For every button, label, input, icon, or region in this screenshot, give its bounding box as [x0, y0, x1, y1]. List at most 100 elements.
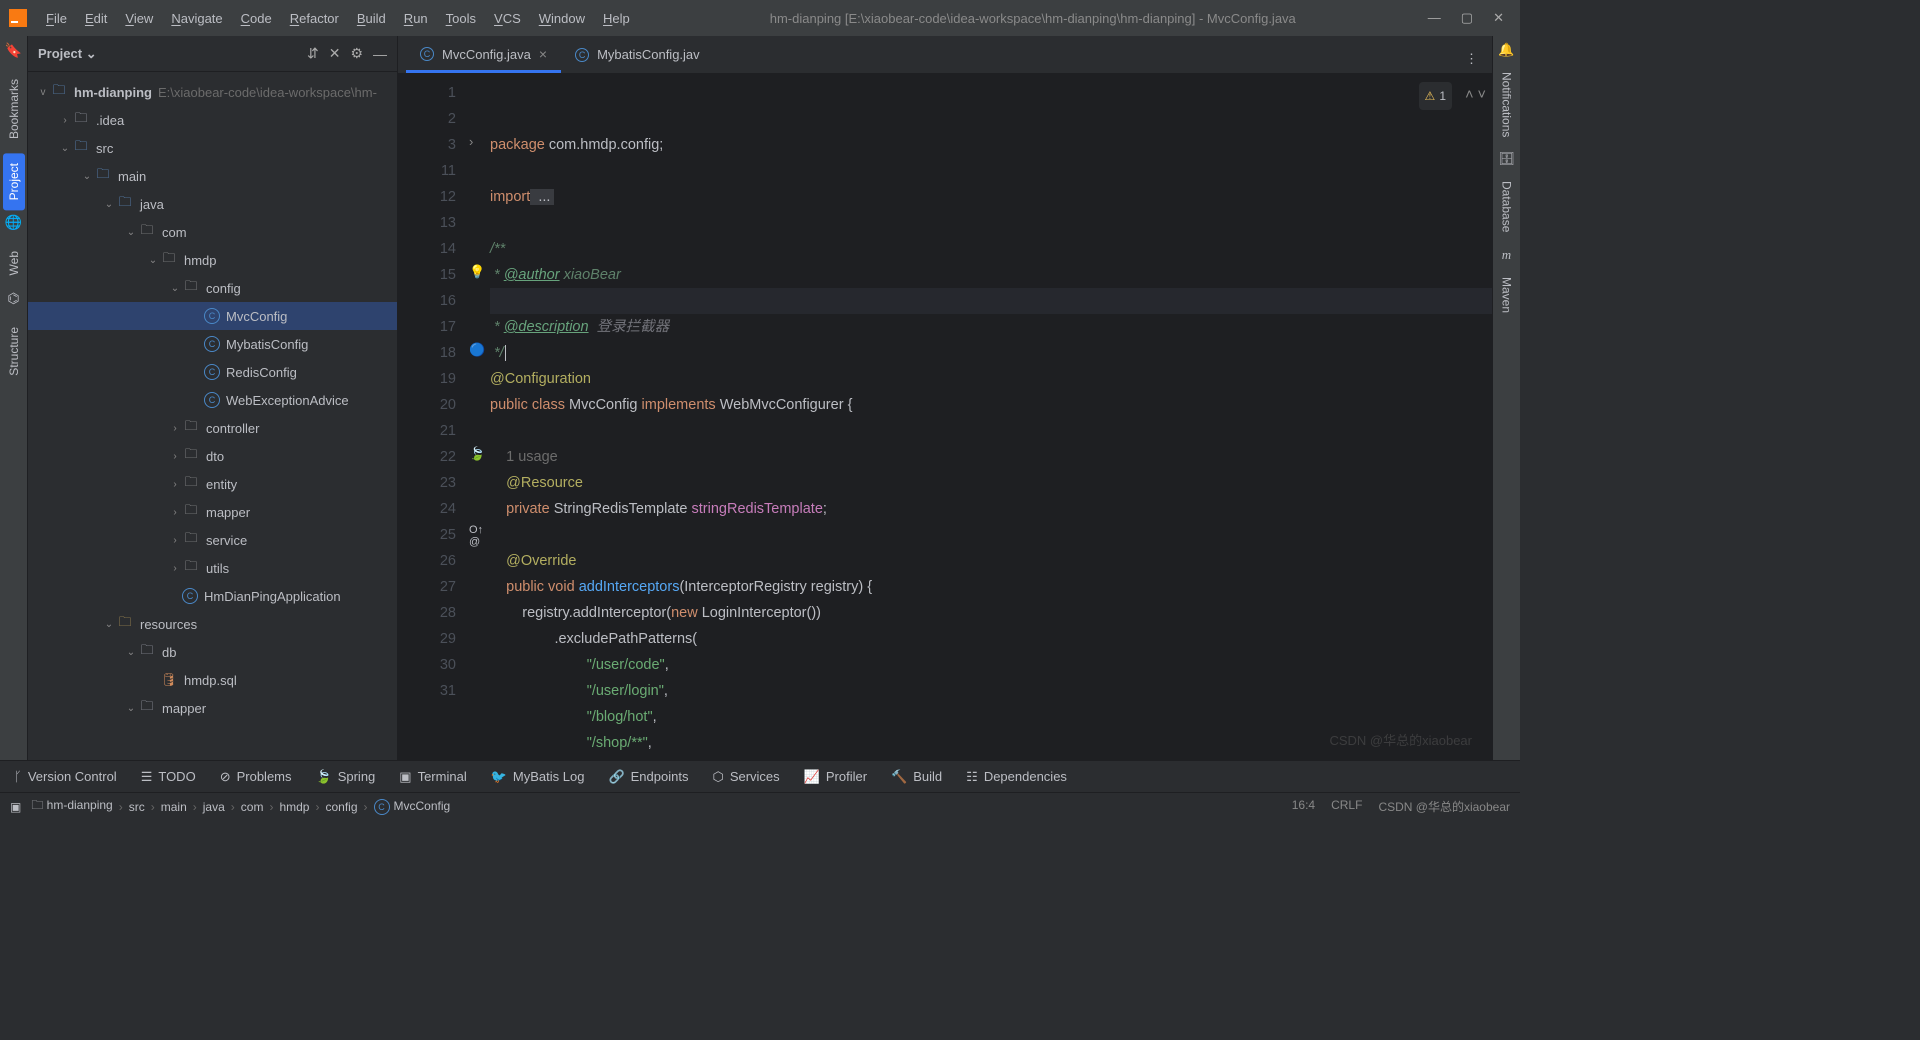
- crumb-com[interactable]: com: [241, 800, 264, 814]
- tab-MybatisConfig.jav[interactable]: MybatisConfig.jav: [561, 39, 714, 73]
- maven-icon[interactable]: m: [1497, 247, 1517, 263]
- menu-view[interactable]: View: [117, 7, 161, 30]
- chevron-down-icon: ˅: [1478, 82, 1486, 108]
- structure-tab[interactable]: Structure: [3, 317, 25, 386]
- tree-item-redisconfig[interactable]: RedisConfig: [28, 358, 397, 386]
- tab-MvcConfig.java[interactable]: MvcConfig.java×: [406, 38, 561, 73]
- tree-item-hmdp.sql[interactable]: 🛢hmdp.sql: [28, 666, 397, 694]
- editor: MvcConfig.java×MybatisConfig.jav ⋮ 12311…: [398, 36, 1492, 760]
- notifications-tab[interactable]: Notifications: [1496, 62, 1518, 147]
- toolwin-build[interactable]: 🔨Build: [891, 769, 942, 785]
- inspection-nav[interactable]: ˄˅: [1465, 82, 1486, 108]
- bookmarks-icon[interactable]: 🔖: [5, 42, 22, 59]
- tree-item-utils[interactable]: ›utils: [28, 554, 397, 582]
- toolwin-todo[interactable]: ☰TODO: [141, 769, 196, 785]
- warning-badge[interactable]: ⚠1: [1419, 82, 1452, 110]
- main-area: 🔖 Bookmarks Project 🌐 Web ⌬ Structure Pr…: [0, 36, 1520, 760]
- collapse-icon[interactable]: —: [373, 46, 387, 62]
- toolwin-dependencies[interactable]: ☷Dependencies: [966, 769, 1067, 785]
- override-icon[interactable]: O↑ @: [469, 524, 490, 548]
- tree-item-resources[interactable]: ⌄resources: [28, 610, 397, 638]
- project-panel: Project ⌄ ⇵ ✕ ⚙ — vhm-dianpingE:\xiaobea…: [28, 36, 398, 760]
- fold-icon[interactable]: ›: [469, 134, 473, 149]
- crumb-main[interactable]: main: [161, 800, 187, 814]
- main-menu: FileEditViewNavigateCodeRefactorBuildRun…: [38, 7, 638, 30]
- tabs-more-icon[interactable]: ⋮: [1459, 45, 1484, 73]
- tree-item-mybatisconfig[interactable]: MybatisConfig: [28, 330, 397, 358]
- toolwin-spring[interactable]: 🍃Spring: [316, 769, 376, 785]
- tree-item-main[interactable]: ⌄main: [28, 162, 397, 190]
- tree-item-mapper[interactable]: ›mapper: [28, 498, 397, 526]
- menu-run[interactable]: Run: [396, 7, 436, 30]
- structure-icon[interactable]: ⌬: [7, 290, 19, 307]
- tree-item-java[interactable]: ⌄java: [28, 190, 397, 218]
- expand-icon[interactable]: ⇵: [307, 45, 319, 62]
- menu-edit[interactable]: Edit: [77, 7, 115, 30]
- crumb-MvcConfig[interactable]: MvcConfig: [374, 799, 451, 815]
- toolwin-services[interactable]: ⬡Services: [712, 769, 779, 785]
- gear-icon[interactable]: ⚙: [350, 45, 363, 62]
- tree-item-mapper[interactable]: ⌄mapper: [28, 694, 397, 722]
- tree-item-dto[interactable]: ›dto: [28, 442, 397, 470]
- class-icon: [575, 48, 589, 62]
- bookmarks-tab[interactable]: Bookmarks: [3, 69, 25, 149]
- menu-refactor[interactable]: Refactor: [282, 7, 347, 30]
- tree-item-com[interactable]: ⌄com: [28, 218, 397, 246]
- bulb-icon[interactable]: 💡: [469, 264, 485, 280]
- tree-item-entity[interactable]: ›entity: [28, 470, 397, 498]
- crumb-src[interactable]: src: [129, 800, 145, 814]
- code-area[interactable]: 1231112131415161718192021222324252627282…: [398, 74, 1492, 760]
- hide-icon[interactable]: ✕: [329, 45, 341, 62]
- crumb-java[interactable]: java: [203, 800, 225, 814]
- crumb-config[interactable]: config: [325, 800, 357, 814]
- close-icon[interactable]: ×: [539, 46, 547, 62]
- maven-tab[interactable]: Maven: [1496, 267, 1518, 323]
- project-header: Project ⌄ ⇵ ✕ ⚙ —: [28, 36, 397, 72]
- menu-tools[interactable]: Tools: [438, 7, 484, 30]
- project-tab[interactable]: Project: [3, 153, 25, 210]
- tree-item-mvcconfig[interactable]: MvcConfig: [28, 302, 397, 330]
- impl-icon[interactable]: 🔵: [469, 342, 485, 358]
- crumb-hmdp[interactable]: hmdp: [279, 800, 309, 814]
- close-button[interactable]: ✕: [1493, 10, 1504, 26]
- toolwin-terminal[interactable]: ▣Terminal: [399, 769, 466, 785]
- toolwin-profiler[interactable]: 📈Profiler: [804, 769, 867, 785]
- menu-navigate[interactable]: Navigate: [163, 7, 230, 30]
- tree-item-config[interactable]: ⌄config: [28, 274, 397, 302]
- tree-item-db[interactable]: ⌄db: [28, 638, 397, 666]
- code-lines[interactable]: package com.hmdp.config; import ... /** …: [490, 74, 1492, 760]
- tree-item-src[interactable]: ⌄src: [28, 134, 397, 162]
- status-home-icon[interactable]: ▣: [10, 800, 21, 814]
- toolwin-problems[interactable]: ⊘Problems: [220, 769, 292, 785]
- bean-icon[interactable]: 🍃: [469, 446, 485, 462]
- menu-window[interactable]: Window: [531, 7, 593, 30]
- tree-item-webexceptionadvice[interactable]: WebExceptionAdvice: [28, 386, 397, 414]
- tree-item-hmdianpingapplication[interactable]: HmDianPingApplication: [28, 582, 397, 610]
- menu-code[interactable]: Code: [233, 7, 280, 30]
- toolwin-version-control[interactable]: ᚴVersion Control: [14, 769, 117, 784]
- tree-item-service[interactable]: ›service: [28, 526, 397, 554]
- database-icon[interactable]: 🗄: [1497, 151, 1517, 167]
- titlebar: FileEditViewNavigateCodeRefactorBuildRun…: [0, 0, 1520, 36]
- project-tree[interactable]: vhm-dianpingE:\xiaobear-code\idea-worksp…: [28, 72, 397, 760]
- database-tab[interactable]: Database: [1496, 171, 1518, 242]
- bell-icon[interactable]: 🔔: [1497, 42, 1517, 58]
- minimize-button[interactable]: —: [1428, 10, 1441, 26]
- menu-help[interactable]: Help: [595, 7, 638, 30]
- toolwin-mybatis-log[interactable]: 🐦MyBatis Log: [491, 769, 585, 785]
- breadcrumb[interactable]: 🗀 hm-dianping›src›main›java›com›hmdp›con…: [31, 796, 1291, 817]
- tree-root[interactable]: vhm-dianpingE:\xiaobear-code\idea-worksp…: [28, 78, 397, 106]
- line-separator[interactable]: CRLF: [1331, 798, 1362, 815]
- menu-build[interactable]: Build: [349, 7, 394, 30]
- toolwin-endpoints[interactable]: 🔗Endpoints: [608, 769, 688, 785]
- tree-item-controller[interactable]: ›controller: [28, 414, 397, 442]
- web-tab[interactable]: Web: [3, 241, 25, 285]
- web-icon[interactable]: 🌐: [5, 214, 22, 231]
- menu-file[interactable]: File: [38, 7, 75, 30]
- tree-item-hmdp[interactable]: ⌄hmdp: [28, 246, 397, 274]
- maximize-button[interactable]: ▢: [1461, 10, 1473, 26]
- tree-item-.idea[interactable]: ›.idea: [28, 106, 397, 134]
- caret-position[interactable]: 16:4: [1292, 798, 1315, 815]
- menu-vcs[interactable]: VCS: [486, 7, 529, 30]
- crumb-hm-dianping[interactable]: 🗀 hm-dianping: [31, 796, 112, 817]
